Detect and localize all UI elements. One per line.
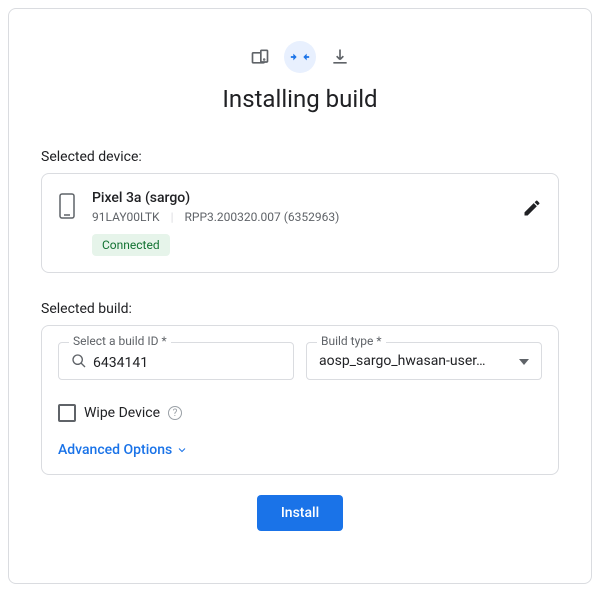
- build-section-label: Selected build:: [41, 301, 559, 317]
- build-box: Select a build ID * Build type * aosp_sa…: [41, 325, 559, 475]
- help-icon[interactable]: ?: [168, 406, 182, 420]
- step-download-icon[interactable]: [324, 41, 356, 73]
- device-name: Pixel 3a (sargo): [92, 190, 542, 206]
- build-row: Select a build ID * Build type * aosp_sa…: [58, 342, 542, 380]
- status-badge: Connected: [92, 234, 170, 256]
- step-install-icon[interactable]: [284, 41, 316, 73]
- device-details: 91LAY00LTK | RPP3.200320.007 (6352963): [92, 210, 542, 224]
- install-button[interactable]: Install: [257, 495, 343, 531]
- wipe-device-checkbox[interactable]: [58, 404, 76, 422]
- build-id-field[interactable]: Select a build ID *: [58, 342, 294, 380]
- search-icon: [71, 353, 87, 373]
- phone-icon: [58, 192, 76, 224]
- wipe-device-label: Wipe Device: [84, 405, 160, 421]
- build-id-label: Select a build ID *: [69, 334, 171, 348]
- install-build-card: Installing build Selected device: Pixel …: [8, 8, 592, 584]
- device-section-label: Selected device:: [41, 149, 559, 165]
- advanced-options-label: Advanced Options: [58, 442, 172, 458]
- wipe-device-row: Wipe Device ?: [58, 404, 542, 422]
- build-type-field[interactable]: Build type * aosp_sargo_hwasan-user…: [306, 342, 542, 380]
- edit-device-button[interactable]: [522, 198, 542, 222]
- device-serial: 91LAY00LTK: [92, 210, 160, 224]
- build-type-label: Build type *: [317, 334, 386, 348]
- device-build-info: RPP3.200320.007 (6352963): [184, 210, 339, 224]
- build-type-value: aosp_sargo_hwasan-user…: [319, 353, 513, 369]
- divider: |: [171, 210, 174, 224]
- device-box: Pixel 3a (sargo) 91LAY00LTK | RPP3.20032…: [41, 173, 559, 273]
- build-id-input[interactable]: [93, 355, 281, 371]
- chevron-down-icon: [519, 353, 529, 369]
- chevron-down-icon: [176, 444, 188, 456]
- page-title: Installing build: [41, 85, 559, 113]
- advanced-options-toggle[interactable]: Advanced Options: [58, 442, 542, 458]
- device-info: Pixel 3a (sargo) 91LAY00LTK | RPP3.20032…: [92, 190, 542, 256]
- stepper: [41, 41, 559, 73]
- step-device-icon[interactable]: [244, 41, 276, 73]
